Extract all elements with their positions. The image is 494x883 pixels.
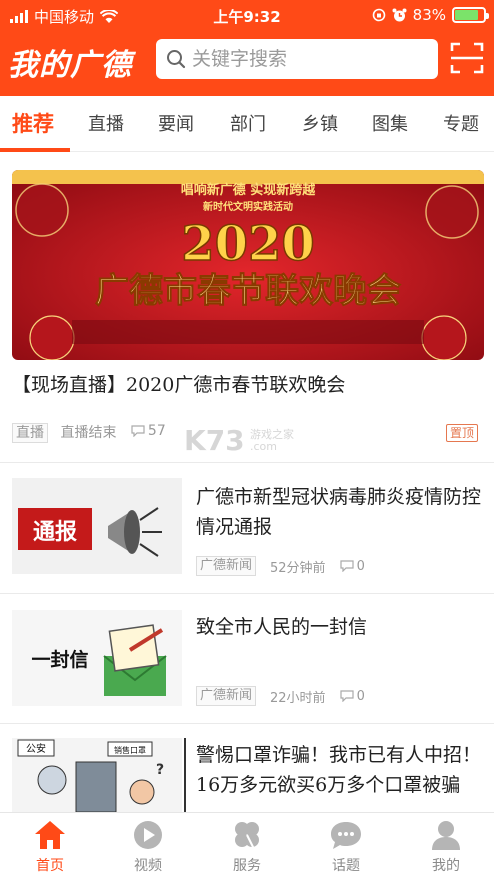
news-time: 22小时前 bbox=[270, 690, 326, 706]
top-bar: 中国移动 上午9:32 83% 我的广德 bbox=[0, 0, 494, 96]
play-icon bbox=[134, 821, 162, 849]
status-bar: 中国移动 上午9:32 83% bbox=[0, 0, 494, 30]
category-tabs: 推荐 直播 要闻 部门 乡镇 图集 专题 bbox=[0, 96, 494, 152]
battery-percent: 83% bbox=[412, 6, 446, 24]
search-icon bbox=[167, 50, 186, 69]
nav-home[interactable]: 首页 bbox=[10, 819, 90, 875]
news-meta: 广德新闻 52分钟前 0 bbox=[196, 556, 365, 576]
banner-slogan: 唱响新广德 实现新跨越 bbox=[181, 182, 317, 198]
tab-news[interactable]: 要闻 bbox=[158, 110, 194, 136]
comment-count: 57 bbox=[131, 423, 166, 439]
comment-icon bbox=[131, 425, 145, 437]
news-source: 广德新闻 bbox=[196, 686, 257, 706]
news-title[interactable]: 致全市人民的一封信 bbox=[196, 612, 482, 642]
comment-icon bbox=[339, 690, 354, 702]
chat-icon bbox=[331, 822, 361, 849]
alarm-icon bbox=[392, 8, 407, 21]
comment-icon bbox=[339, 560, 354, 572]
rotation-lock-icon bbox=[372, 8, 385, 22]
clover-icon bbox=[235, 822, 259, 850]
tab-departments[interactable]: 部门 bbox=[230, 110, 266, 136]
tab-recommend[interactable]: 推荐 bbox=[12, 108, 54, 138]
featured-meta: 直播 直播结束 57 置顶 bbox=[12, 422, 482, 444]
user-icon bbox=[432, 821, 460, 850]
thumb-label-letter: 一封信 bbox=[31, 648, 88, 671]
banner-year: 2020 bbox=[181, 216, 315, 272]
news-title[interactable]: 警惕口罩诈骗！我市已有人中招！16万多元欲买6万多个口罩被骗 bbox=[196, 740, 482, 812]
home-icon bbox=[35, 821, 65, 849]
active-tab-indicator bbox=[0, 148, 70, 152]
scan-icon[interactable] bbox=[450, 41, 484, 75]
pinned-badge: 置顶 bbox=[445, 424, 478, 442]
news-title[interactable]: 广德市新型冠状病毒肺炎疫情防控情况通报 bbox=[196, 482, 482, 542]
divider bbox=[0, 462, 494, 463]
search-bar[interactable] bbox=[156, 39, 438, 79]
bottom-nav: 首页 视频 服务 话题 我的 bbox=[0, 812, 494, 883]
tab-towns[interactable]: 乡镇 bbox=[302, 110, 338, 136]
thumb-label-report: 通报 bbox=[33, 520, 77, 545]
nav-profile[interactable]: 我的 bbox=[406, 819, 486, 875]
app-header: 我的广德 bbox=[0, 34, 494, 86]
app-title: 我的广德 bbox=[8, 48, 132, 83]
tab-topics[interactable]: 专题 bbox=[443, 110, 479, 136]
divider bbox=[0, 593, 494, 594]
battery-icon bbox=[452, 7, 489, 23]
search-input[interactable] bbox=[192, 48, 422, 70]
divider bbox=[0, 723, 494, 724]
nav-video[interactable]: 视频 bbox=[108, 819, 188, 875]
news-time: 52分钟前 bbox=[270, 560, 326, 576]
comment-count: 0 bbox=[339, 559, 365, 574]
banner-title: 广德市春节联欢晚会 bbox=[95, 271, 401, 311]
news-thumbnail[interactable]: 通报 bbox=[12, 478, 182, 574]
news-source: 广德新闻 bbox=[196, 556, 257, 576]
banner-image: 唱响新广德 实现新跨越 新时代文明实践活动 2020 广德市春节联欢晚会 bbox=[12, 170, 484, 360]
tab-live[interactable]: 直播 bbox=[88, 110, 124, 136]
nav-topics[interactable]: 话题 bbox=[306, 819, 386, 875]
featured-headline[interactable]: 【现场直播】2020广德市春节联欢晚会 bbox=[12, 370, 345, 397]
thumb-label-masks: 销售口罩 bbox=[114, 745, 146, 755]
thumbnail-border bbox=[184, 738, 186, 812]
live-status: 直播结束 bbox=[60, 425, 117, 441]
banner-subtitle: 新时代文明实践活动 bbox=[203, 200, 293, 213]
nav-services[interactable]: 服务 bbox=[207, 819, 287, 875]
comment-count: 0 bbox=[339, 689, 365, 704]
live-tag: 直播 bbox=[12, 423, 48, 443]
news-thumbnail[interactable]: 公安 销售口罩 ? bbox=[12, 738, 182, 812]
watermark-logo: K73 游戏之家 .com bbox=[184, 424, 294, 457]
news-meta: 广德新闻 22小时前 0 bbox=[196, 686, 365, 706]
tab-gallery[interactable]: 图集 bbox=[372, 110, 408, 136]
news-thumbnail[interactable]: 一封信 bbox=[12, 610, 182, 706]
svg-text:?: ? bbox=[156, 762, 164, 778]
thumb-label-police: 公安 bbox=[26, 742, 46, 755]
featured-banner[interactable]: 唱响新广德 实现新跨越 新时代文明实践活动 2020 广德市春节联欢晚会 bbox=[12, 170, 484, 360]
